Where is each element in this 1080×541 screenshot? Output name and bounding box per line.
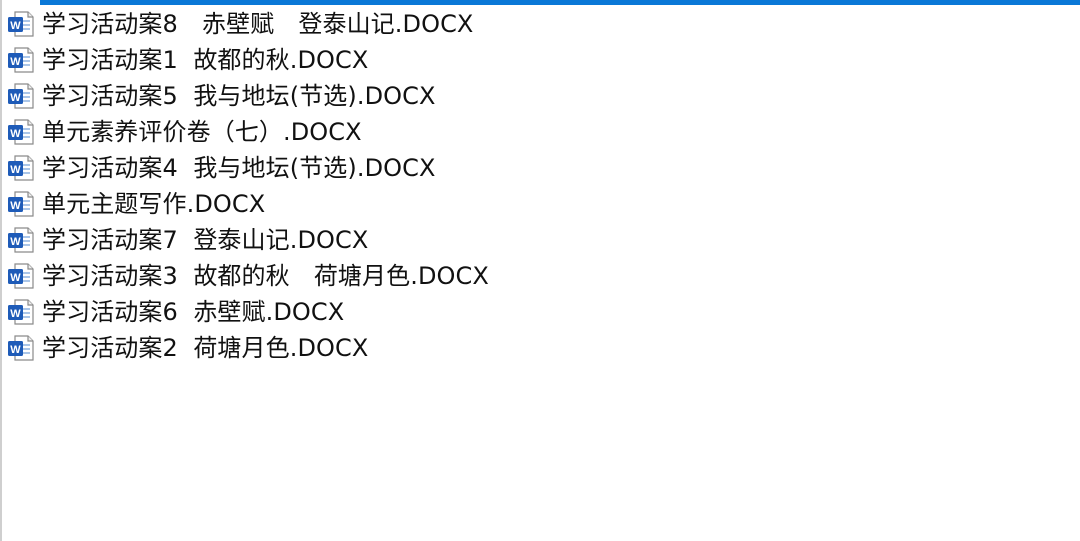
svg-text:W: W (10, 92, 21, 104)
svg-text:W: W (10, 272, 21, 284)
file-name: 学习活动案6 赤壁赋.DOCX (42, 298, 345, 326)
file-list-window: W 学习活动案8 赤壁赋 登泰山记.DOCX W 学习活动案1 故都的秋.DOC… (0, 0, 1080, 541)
word-document-icon: W (8, 155, 34, 181)
word-document-icon: W (8, 47, 34, 73)
file-name: 学习活动案7 登泰山记.DOCX (42, 226, 369, 254)
svg-text:W: W (10, 164, 21, 176)
word-document-icon: W (8, 335, 34, 361)
pane-left-border (0, 0, 2, 541)
file-list: W 学习活动案8 赤壁赋 登泰山记.DOCX W 学习活动案1 故都的秋.DOC… (6, 6, 1066, 366)
word-document-icon: W (8, 11, 34, 37)
selection-accent-bar (40, 0, 1080, 5)
file-item[interactable]: W 学习活动案1 故都的秋.DOCX (6, 42, 1066, 78)
file-item[interactable]: W 学习活动案8 赤壁赋 登泰山记.DOCX (6, 6, 1066, 42)
file-item[interactable]: W 单元主题写作.DOCX (6, 186, 1066, 222)
file-name: 学习活动案4 我与地坛(节选).DOCX (42, 154, 436, 182)
file-name: 学习活动案5 我与地坛(节选).DOCX (42, 82, 436, 110)
file-item[interactable]: W 学习活动案5 我与地坛(节选).DOCX (6, 78, 1066, 114)
file-name: 学习活动案1 故都的秋.DOCX (42, 46, 369, 74)
word-document-icon: W (8, 227, 34, 253)
svg-text:W: W (10, 128, 21, 140)
file-item[interactable]: W 单元素养评价卷（七）.DOCX (6, 114, 1066, 150)
svg-text:W: W (10, 56, 21, 68)
word-document-icon: W (8, 263, 34, 289)
svg-text:W: W (10, 20, 21, 32)
file-item[interactable]: W 学习活动案3 故都的秋 荷塘月色.DOCX (6, 258, 1066, 294)
file-item[interactable]: W 学习活动案6 赤壁赋.DOCX (6, 294, 1066, 330)
word-document-icon: W (8, 83, 34, 109)
file-name: 学习活动案2 荷塘月色.DOCX (42, 334, 369, 362)
file-item[interactable]: W 学习活动案2 荷塘月色.DOCX (6, 330, 1066, 366)
file-name: 单元主题写作.DOCX (42, 190, 266, 218)
svg-text:W: W (10, 308, 21, 320)
word-document-icon: W (8, 119, 34, 145)
svg-text:W: W (10, 236, 21, 248)
file-item[interactable]: W 学习活动案4 我与地坛(节选).DOCX (6, 150, 1066, 186)
word-document-icon: W (8, 299, 34, 325)
file-name: 单元素养评价卷（七）.DOCX (42, 118, 362, 146)
file-name: 学习活动案3 故都的秋 荷塘月色.DOCX (42, 262, 489, 290)
word-document-icon: W (8, 191, 34, 217)
file-item[interactable]: W 学习活动案7 登泰山记.DOCX (6, 222, 1066, 258)
svg-text:W: W (10, 200, 21, 212)
svg-text:W: W (10, 344, 21, 356)
file-name: 学习活动案8 赤壁赋 登泰山记.DOCX (42, 10, 474, 38)
